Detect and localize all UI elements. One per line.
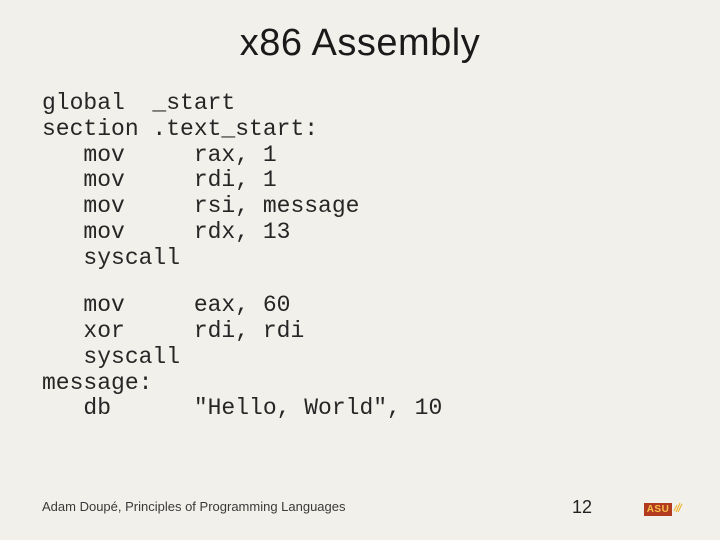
slide-title: x86 Assembly [0,0,720,65]
code-block-2: mov eax, 60 xor rdi, rdi syscall message… [42,293,720,422]
footer-credit: Adam Doupé, Principles of Programming La… [42,499,346,514]
slide: x86 Assembly global _start section .text… [0,0,720,540]
asu-logo-rays-icon [673,500,683,518]
asu-logo: ASU [644,500,684,518]
asu-logo-text: ASU [644,503,672,516]
page-number: 12 [572,497,592,518]
code-block-1: global _start section .text_start: mov r… [42,91,720,271]
